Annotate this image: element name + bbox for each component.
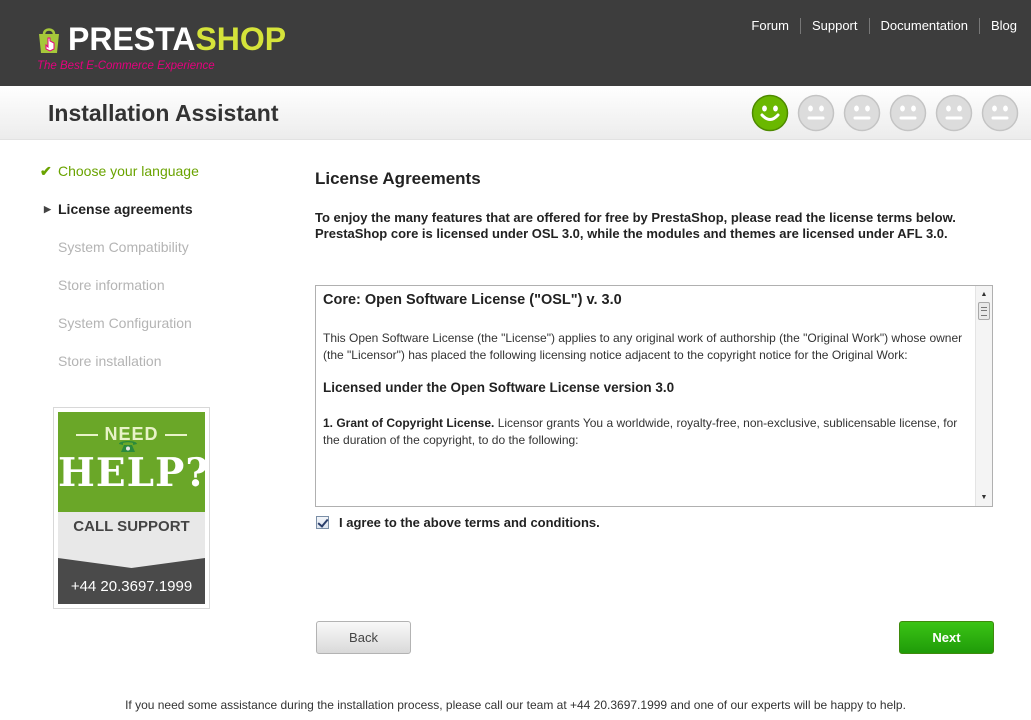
agree-terms-row[interactable]: I agree to the above terms and condition… xyxy=(316,515,600,530)
need-help-banner[interactable]: NEED HELP? CALL SUPPORT +44 20.3697.1999 xyxy=(53,407,210,609)
current-step-arrow-icon: ▶ xyxy=(44,204,51,214)
step-label: System Configuration xyxy=(58,315,192,331)
step-label: Store installation xyxy=(58,353,162,369)
smiley-neutral-icon xyxy=(843,94,881,132)
smiley-neutral-icon xyxy=(981,94,1019,132)
telephone-icon xyxy=(119,441,137,452)
step-item-store-information: Store information xyxy=(40,274,260,312)
checkmark-icon: ✔ xyxy=(40,163,52,179)
license-heading: Core: Open Software License ("OSL") v. 3… xyxy=(323,292,622,308)
footer-help-text: If you need some assistance during the i… xyxy=(125,698,906,712)
logo-tagline: The Best E-Commerce Experience xyxy=(37,60,215,72)
agree-terms-checkbox[interactable] xyxy=(316,516,329,529)
license-intro-text: To enjoy the many features that are offe… xyxy=(315,210,956,241)
agree-terms-label[interactable]: I agree to the above terms and condition… xyxy=(339,515,600,530)
smiley-happy-icon xyxy=(751,94,789,132)
shopping-bag-icon xyxy=(39,28,59,53)
section-title: License Agreements xyxy=(315,169,481,188)
installation-steps-list: ✔ Choose your language ▶ License agreements… xyxy=(40,160,260,388)
prestashop-logo[interactable]: PRESTASHOP The Best E-Commerce Experienc… xyxy=(36,20,286,76)
smiley-neutral-icon xyxy=(889,94,927,132)
scroll-up-arrow-icon[interactable]: ▲ xyxy=(976,287,992,302)
step-item-license-agreements[interactable]: ▶ License agreements xyxy=(40,198,260,236)
logo-text-accent: SHOP xyxy=(195,21,287,57)
nav-link-documentation[interactable]: Documentation xyxy=(870,18,980,34)
step-label: System Compatibility xyxy=(58,239,189,255)
help-call-support-text: CALL SUPPORT xyxy=(73,518,190,535)
installer-page: PRESTASHOP The Best E-Commerce Experienc… xyxy=(0,0,1031,720)
step-item-system-configuration: System Configuration xyxy=(40,312,260,350)
top-header-bar: PRESTASHOP The Best E-Commerce Experienc… xyxy=(0,0,1031,86)
nav-link-blog[interactable]: Blog xyxy=(980,18,1017,34)
license-scrollbar[interactable]: ▲ ▼ xyxy=(975,286,992,506)
scrollbar-thumb[interactable] xyxy=(978,302,990,320)
step-item-store-installation: Store installation xyxy=(40,350,260,388)
progress-smileys xyxy=(751,94,1019,132)
help-chevron-shape xyxy=(58,548,205,568)
license-text-box[interactable]: Core: Open Software License ("OSL") v. 3… xyxy=(315,285,993,507)
help-banner-top: NEED HELP? xyxy=(58,412,210,512)
help-phone-number: +44 20.3697.1999 xyxy=(70,578,193,595)
license-subheading: Licensed under the Open Software License… xyxy=(323,380,675,395)
license-content: Core: Open Software License ("OSL") v. 3… xyxy=(323,292,971,465)
back-button[interactable]: Back xyxy=(316,621,411,654)
step-label: Store information xyxy=(58,277,165,293)
license-grant-title: 1. Grant of Copyright License. xyxy=(323,416,495,430)
license-paragraph: This Open Software License (the "License… xyxy=(323,331,963,362)
step-label: Choose your language xyxy=(58,163,199,179)
logo-wordmark: PRESTASHOP xyxy=(68,20,286,58)
next-button[interactable]: Next xyxy=(899,621,994,654)
page-title: Installation Assistant xyxy=(48,100,279,126)
step-label: License agreements xyxy=(58,201,193,217)
nav-link-support[interactable]: Support xyxy=(801,18,870,34)
step-item-system-compatibility: System Compatibility xyxy=(40,236,260,274)
smiley-neutral-icon xyxy=(797,94,835,132)
nav-link-forum[interactable]: Forum xyxy=(740,18,801,34)
logo-text-white: PRESTA xyxy=(68,21,196,57)
license-grant-paragraph: 1. Grant of Copyright License. Licensor … xyxy=(323,415,971,449)
top-navigation: Forum Support Documentation Blog xyxy=(740,18,1017,34)
step-item-choose-your-language[interactable]: ✔ Choose your language xyxy=(40,160,260,198)
help-question-text: HELP? xyxy=(58,450,210,496)
smiley-neutral-icon xyxy=(935,94,973,132)
scroll-down-arrow-icon[interactable]: ▼ xyxy=(976,490,992,505)
